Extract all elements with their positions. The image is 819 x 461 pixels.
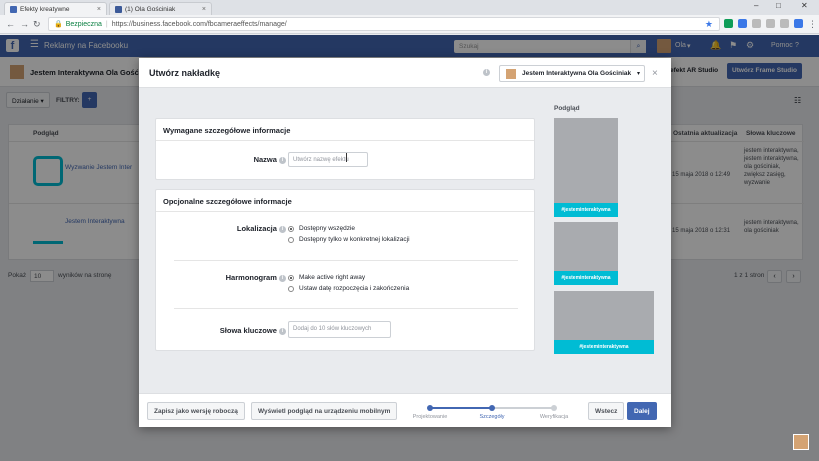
radio-label: Dostępny tylko w konkretnej lokalizacji bbox=[299, 236, 410, 243]
extension-icon[interactable] bbox=[738, 19, 747, 28]
name-label-text: Nazwa bbox=[253, 155, 277, 164]
step-label-review: Weryfikacja bbox=[539, 414, 569, 420]
text-cursor bbox=[346, 153, 347, 162]
preview-story: #jesteminteraktywna bbox=[554, 118, 618, 217]
preview-hashtag: #jesteminteraktywna bbox=[554, 271, 618, 285]
chevron-down-icon: ▾ bbox=[636, 71, 640, 77]
close-window-icon[interactable]: ✕ bbox=[801, 1, 808, 10]
preview-hashtag: #jesteminteraktywna bbox=[554, 203, 618, 217]
extension-icon[interactable] bbox=[794, 19, 803, 28]
radio-unselected bbox=[288, 236, 294, 243]
radio-selected bbox=[288, 274, 294, 281]
step-label-design: Projektowanie bbox=[412, 414, 448, 420]
info-icon[interactable]: i bbox=[483, 69, 490, 76]
schedule-option-now[interactable]: Make active right away bbox=[288, 274, 365, 281]
facebook-favicon-icon bbox=[10, 5, 17, 13]
divider bbox=[174, 260, 518, 261]
schedule-label: Harmonogram i bbox=[196, 273, 286, 282]
required-section: Wymagane szczegółowe informacje Nazwa i … bbox=[155, 118, 535, 180]
mobile-preview-button[interactable]: Wyświetl podgląd na urządzeniu mobilnym bbox=[251, 402, 398, 420]
extension-icon[interactable] bbox=[752, 19, 761, 28]
address-bar-row: ← → ↻ 🔒 Bezpieczna | https://business.fa… bbox=[0, 15, 819, 34]
step-dot-details bbox=[489, 405, 495, 411]
step-label-details: Szczegóły bbox=[479, 414, 505, 420]
progress-line-todo bbox=[492, 407, 554, 409]
maximize-icon[interactable]: □ bbox=[776, 1, 781, 10]
divider bbox=[174, 308, 518, 309]
info-icon[interactable]: i bbox=[279, 156, 286, 164]
back-icon[interactable]: ← bbox=[6, 19, 15, 29]
preview-label: Podgląd bbox=[554, 105, 580, 112]
dialog-footer: Zapisz jako wersję roboczą Wyświetl podg… bbox=[139, 393, 671, 427]
close-tab-icon[interactable]: × bbox=[97, 6, 101, 13]
schedule-label-text: Harmonogram bbox=[225, 273, 277, 282]
radio-label: Dostępny wszędzie bbox=[299, 225, 355, 232]
menu-dots-icon[interactable]: ⋮ bbox=[808, 19, 817, 30]
info-icon[interactable]: i bbox=[279, 225, 286, 233]
close-icon[interactable]: × bbox=[652, 68, 658, 79]
optional-section-title: Opcjonalne szczegółowe informacje bbox=[156, 190, 534, 212]
effect-name-input[interactable]: Utwórz nazwę efektu bbox=[288, 152, 368, 167]
account-select-label: Jestem Interaktywna Ola Gościniak bbox=[522, 70, 632, 77]
preview-landscape: #jesteminteraktywna bbox=[554, 291, 654, 354]
forward-icon[interactable]: → bbox=[20, 19, 29, 29]
location-option-everywhere[interactable]: Dostępny wszędzie bbox=[288, 225, 355, 232]
close-tab-icon[interactable]: × bbox=[202, 6, 206, 13]
keywords-input[interactable]: Dodaj do 10 słów kluczowych bbox=[288, 321, 391, 338]
avatar[interactable] bbox=[793, 434, 809, 450]
tab-ola[interactable]: (1) Ola Gościniak × bbox=[109, 2, 212, 15]
radio-selected bbox=[288, 225, 294, 232]
tab-efekty[interactable]: Efekty kreatywne × bbox=[4, 2, 107, 15]
extension-icon[interactable] bbox=[766, 19, 775, 28]
next-button[interactable]: Dalej bbox=[627, 402, 657, 420]
location-option-specific[interactable]: Dostępny tylko w konkretnej lokalizacji bbox=[288, 236, 410, 243]
extension-icon[interactable] bbox=[780, 19, 789, 28]
minimize-icon[interactable]: – bbox=[754, 1, 758, 10]
url-input[interactable]: 🔒 Bezpieczna | https://business.facebook… bbox=[48, 17, 720, 31]
account-select[interactable]: Jestem Interaktywna Ola Gościniak ▾ bbox=[499, 65, 645, 82]
location-label-text: Lokalizacja bbox=[236, 224, 277, 233]
info-icon[interactable]: i bbox=[279, 327, 286, 335]
secure-label: Bezpieczna bbox=[65, 20, 102, 28]
keywords-label-text: Słowa kluczowe bbox=[219, 326, 277, 335]
required-section-title: Wymagane szczegółowe informacje bbox=[156, 119, 534, 141]
extension-icon[interactable] bbox=[724, 19, 733, 28]
back-button[interactable]: Wstecz bbox=[588, 402, 625, 420]
tab-title: (1) Ola Gościniak bbox=[125, 5, 176, 13]
save-draft-button[interactable]: Zapisz jako wersję roboczą bbox=[147, 402, 245, 420]
dialog-title: Utwórz nakładkę bbox=[149, 68, 221, 78]
optional-section: Opcjonalne szczegółowe informacje Lokali… bbox=[155, 189, 535, 351]
location-label: Lokalizacja i bbox=[196, 224, 286, 233]
radio-label: Ustaw datę rozpoczęcia i zakończenia bbox=[299, 285, 410, 292]
lock-icon: 🔒 bbox=[54, 21, 63, 28]
schedule-option-dates[interactable]: Ustaw datę rozpoczęcia i zakończenia bbox=[288, 285, 409, 292]
info-icon[interactable]: i bbox=[279, 274, 286, 282]
dialog-header: Utwórz nakładkę i Jestem Interaktywna Ol… bbox=[139, 58, 671, 88]
avatar bbox=[506, 69, 516, 79]
keywords-label: Słowa kluczowe i bbox=[186, 326, 286, 335]
step-dot-design bbox=[427, 405, 433, 411]
name-label: Nazwa i bbox=[226, 155, 286, 164]
bookmark-star-icon[interactable]: ★ bbox=[705, 19, 713, 30]
url-separator: | bbox=[105, 20, 108, 28]
browser-titlebar: Efekty kreatywne × (1) Ola Gościniak × –… bbox=[0, 0, 819, 15]
preview-square: #jesteminteraktywna bbox=[554, 222, 618, 285]
step-dot-review bbox=[551, 405, 557, 411]
preview-hashtag: #jesteminteraktywna bbox=[554, 340, 654, 354]
facebook-favicon-icon bbox=[115, 5, 122, 13]
radio-unselected bbox=[288, 285, 294, 292]
tab-title: Efekty kreatywne bbox=[20, 5, 70, 13]
create-overlay-dialog: Utwórz nakładkę i Jestem Interaktywna Ol… bbox=[139, 58, 671, 427]
url-text: https://business.facebook.com/fbcameraef… bbox=[111, 20, 287, 28]
radio-label: Make active right away bbox=[299, 274, 366, 281]
reload-icon[interactable]: ↻ bbox=[33, 19, 41, 30]
progress-line-done bbox=[430, 407, 492, 409]
